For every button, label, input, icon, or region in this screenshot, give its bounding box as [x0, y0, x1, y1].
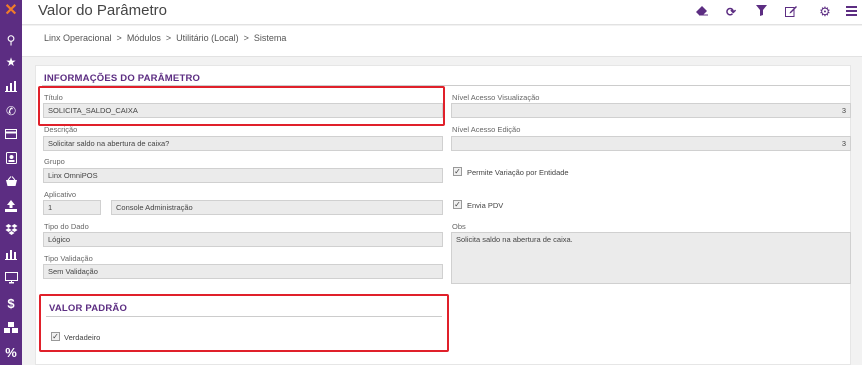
tipo-validacao-label: Tipo Validação: [44, 254, 93, 263]
tipo-dado-field[interactable]: Lógico: [43, 232, 443, 247]
dropbox-icon[interactable]: [4, 224, 18, 238]
permite-variacao-label: Permite Variação por Entidade: [467, 168, 569, 177]
header-bar: Valor do Parâmetro ⟳ ⚙: [22, 0, 862, 25]
stats-icon[interactable]: [4, 248, 18, 262]
nivel-edicao-field[interactable]: 3: [451, 136, 851, 151]
tipo-dado-label: Tipo do Dado: [44, 222, 89, 231]
section-title-informacoes: INFORMAÇÕES DO PARÂMETRO: [44, 73, 201, 84]
star-icon[interactable]: ★: [4, 55, 18, 69]
section-divider: [46, 316, 442, 317]
envia-pdv-label: Envia PDV: [467, 201, 504, 210]
breadcrumb-separator: >: [243, 33, 249, 43]
bar-chart-icon[interactable]: [4, 80, 18, 94]
obs-label: Obs: [452, 222, 466, 231]
filter-icon[interactable]: [754, 5, 768, 19]
refresh-icon[interactable]: ⟳: [724, 5, 738, 19]
breadcrumb-item[interactable]: Utilitário (Local): [176, 33, 239, 43]
nivel-edicao-label: Nível Acesso Edição: [452, 125, 521, 134]
percent-icon[interactable]: %: [4, 346, 18, 360]
titulo-label: Título: [44, 93, 63, 102]
dollar-icon[interactable]: $: [4, 297, 18, 311]
monitor-icon[interactable]: [4, 272, 18, 286]
obs-textarea[interactable]: Solicita saldo na abertura de caixa.: [451, 232, 851, 284]
breadcrumb-item[interactable]: Módulos: [127, 33, 161, 43]
aplicativo-label: Aplicativo: [44, 190, 77, 199]
gear-icon[interactable]: ⚙: [818, 5, 832, 19]
verdadeiro-checkbox[interactable]: ✓: [51, 332, 60, 341]
card-icon[interactable]: [4, 128, 18, 142]
sidebar: ✕ ⚲ ★ ✆ $ %: [0, 0, 22, 365]
envia-pdv-checkbox[interactable]: ✓: [453, 200, 462, 209]
breadcrumb-item[interactable]: Sistema: [254, 33, 287, 43]
nivel-visualizacao-label: Nível Acesso Visualização: [452, 93, 540, 102]
upload-icon[interactable]: [4, 200, 18, 214]
search-icon[interactable]: ⚲: [4, 33, 18, 47]
edit-icon[interactable]: [784, 5, 798, 19]
aplicativo-code-field[interactable]: 1: [43, 200, 101, 215]
section-title-valor-padrao: VALOR PADRÃO: [49, 303, 128, 314]
descricao-field[interactable]: Solicitar saldo na abertura de caixa?: [43, 136, 443, 151]
breadcrumb-separator: >: [116, 33, 122, 43]
page-title: Valor do Parâmetro: [38, 2, 167, 19]
breadcrumb-separator: >: [165, 33, 172, 43]
titulo-field[interactable]: SOLICITA_SALDO_CAIXA: [43, 103, 443, 118]
menu-icon[interactable]: [844, 5, 858, 19]
basket-icon[interactable]: [4, 176, 18, 190]
breadcrumb-item[interactable]: Linx Operacional: [44, 33, 112, 43]
nivel-visualizacao-field[interactable]: 3: [451, 103, 851, 118]
aplicativo-name-field[interactable]: Console Administração: [111, 200, 443, 215]
permite-variacao-checkbox[interactable]: ✓: [453, 167, 462, 176]
grupo-label: Grupo: [44, 157, 65, 166]
grupo-field[interactable]: Linx OmniPOS: [43, 168, 443, 183]
eraser-icon[interactable]: [694, 5, 708, 19]
breadcrumb: Linx Operacional > Módulos > Utilitário (Loc…: [22, 26, 862, 57]
linx-logo-icon[interactable]: ✕: [3, 3, 19, 19]
cubes-icon[interactable]: [4, 322, 18, 336]
tipo-validacao-field[interactable]: Sem Validação: [43, 264, 443, 279]
phone-icon[interactable]: ✆: [4, 104, 18, 118]
section-divider: [42, 85, 850, 86]
verdadeiro-label: Verdadeiro: [64, 333, 101, 342]
descricao-label: Descrição: [44, 125, 78, 134]
contact-icon[interactable]: [4, 152, 18, 166]
